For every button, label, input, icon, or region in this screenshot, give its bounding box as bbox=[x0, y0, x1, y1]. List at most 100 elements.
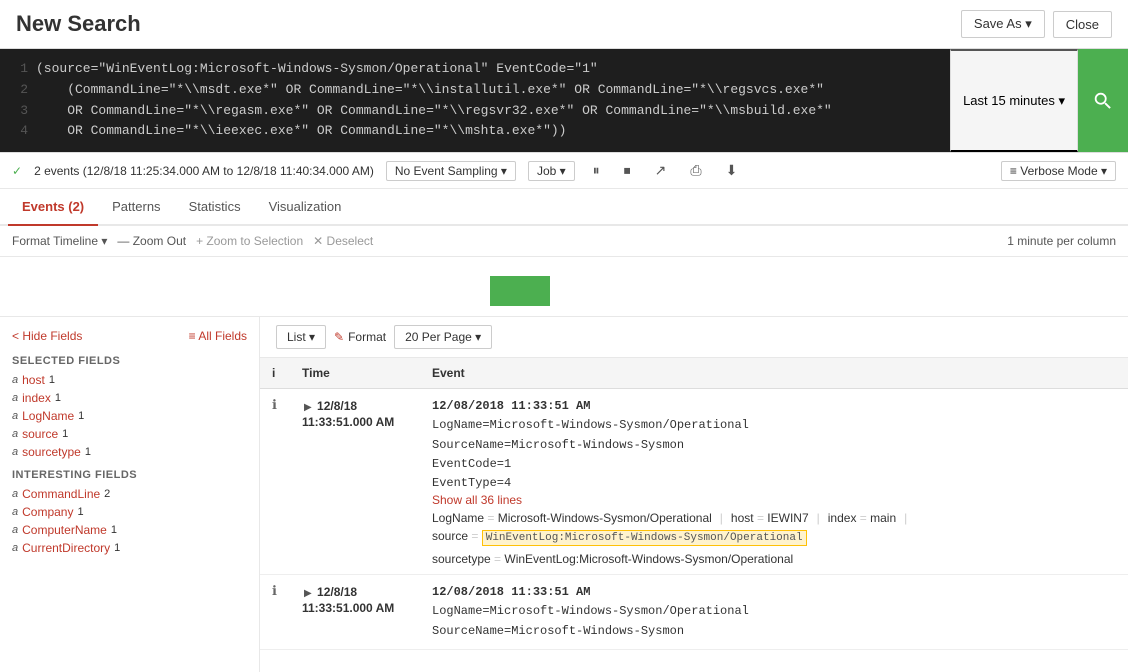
col-header-event: Event bbox=[420, 358, 1128, 389]
sampling-button[interactable]: No Event Sampling ▾ bbox=[386, 161, 516, 181]
event-time-cell: ▶ 12/8/1811:33:51.000 AM bbox=[290, 389, 420, 575]
field-type-icon: a bbox=[12, 428, 18, 440]
interesting-field-company[interactable]: aCompany1 bbox=[0, 503, 259, 521]
format-button[interactable]: ✎ Format bbox=[334, 330, 386, 344]
interesting-field-commandline[interactable]: aCommandLine2 bbox=[0, 485, 259, 503]
deselect-button: ✕ Deselect bbox=[313, 234, 373, 248]
field-type-icon: a bbox=[12, 506, 18, 518]
event-body-cell: 12/08/2018 11:33:51 AMLogName=Microsoft-… bbox=[420, 389, 1128, 575]
selected-field-index[interactable]: aindex1 bbox=[0, 389, 259, 407]
header: New Search Save As ▾ Close bbox=[0, 0, 1128, 49]
format-icon: ✎ bbox=[334, 330, 344, 344]
search-area: 1(source="WinEventLog:Microsoft-Windows-… bbox=[0, 49, 1128, 153]
expand-event-button[interactable]: ▶ bbox=[302, 583, 314, 601]
all-fields-button[interactable]: ≡ All Fields bbox=[189, 329, 247, 343]
job-button[interactable]: Job ▾ bbox=[528, 161, 575, 181]
field-type-icon: a bbox=[12, 524, 18, 536]
info-icon: ℹ bbox=[272, 397, 277, 412]
timeline-bar bbox=[490, 276, 550, 306]
field-name-label: CurrentDirectory bbox=[22, 541, 110, 555]
event-body-text: 12/08/2018 11:33:51 AMLogName=Microsoft-… bbox=[432, 397, 1116, 493]
status-check: ✓ bbox=[12, 164, 22, 178]
line-number: 3 bbox=[12, 101, 28, 122]
field-name-label: index bbox=[22, 391, 51, 405]
field-count-badge: 1 bbox=[49, 374, 55, 386]
per-page-button[interactable]: 20 Per Page ▾ bbox=[394, 325, 492, 349]
field-type-icon: a bbox=[12, 374, 18, 386]
format-timeline-button[interactable]: Format Timeline ▾ bbox=[12, 234, 107, 248]
tab-patterns[interactable]: Patterns bbox=[98, 189, 174, 226]
tab-visualization[interactable]: Visualization bbox=[255, 189, 356, 226]
save-as-button[interactable]: Save As ▾ bbox=[961, 10, 1045, 38]
view-controls: List ▾ ✎ Format 20 Per Page ▾ bbox=[260, 317, 1128, 358]
selected-fields-title: SELECTED FIELDS bbox=[0, 347, 259, 371]
line-number: 2 bbox=[12, 80, 28, 101]
field-name: index bbox=[828, 511, 857, 525]
print-button[interactable]: ⎙ bbox=[684, 159, 707, 182]
event-time-cell: ▶ 12/8/1811:33:51.000 AM bbox=[290, 575, 420, 650]
interesting-field-currentdirectory[interactable]: aCurrentDirectory1 bbox=[0, 539, 259, 557]
header-actions: Save As ▾ Close bbox=[961, 10, 1112, 38]
interesting-field-computername[interactable]: aComputerName1 bbox=[0, 521, 259, 539]
format-label: Format bbox=[348, 330, 386, 344]
field-name: host bbox=[731, 511, 754, 525]
line-number: 4 bbox=[12, 121, 28, 142]
download-button[interactable]: ⬇ bbox=[720, 159, 744, 182]
event-fields-row2: source = WinEventLog:Microsoft-Windows-S… bbox=[432, 529, 1116, 566]
selected-field-source[interactable]: asource 1 bbox=[0, 425, 259, 443]
event-timestamp-full: 12/08/2018 11:33:51 AM bbox=[432, 399, 590, 413]
search-icon bbox=[1092, 90, 1114, 112]
query-editor[interactable]: 1(source="WinEventLog:Microsoft-Windows-… bbox=[0, 49, 950, 152]
query-line-text: OR CommandLine="*\\regasm.exe*" OR Comma… bbox=[36, 101, 832, 122]
main-content: < Hide Fields ≡ All Fields SELECTED FIEL… bbox=[0, 317, 1128, 672]
zoom-out-button[interactable]: — Zoom Out bbox=[117, 234, 186, 248]
field-pair: index = main bbox=[828, 511, 896, 525]
field-count-badge: 1 bbox=[78, 410, 84, 422]
results-panel: List ▾ ✎ Format 20 Per Page ▾ i Time Eve… bbox=[260, 317, 1128, 672]
field-name: source bbox=[432, 529, 468, 543]
event-body-cell: 12/08/2018 11:33:51 AMLogName=Microsoft-… bbox=[420, 575, 1128, 650]
field-name-label: source bbox=[22, 427, 58, 441]
verbose-mode-button[interactable]: ≡ Verbose Mode ▾ bbox=[1001, 161, 1116, 181]
table-row: ℹ ▶ 12/8/1811:33:51.000 AM 12/08/2018 11… bbox=[260, 575, 1128, 650]
query-line-text: OR CommandLine="*\\ieexec.exe*" OR Comma… bbox=[36, 121, 567, 142]
field-type-icon: a bbox=[12, 542, 18, 554]
field-count-badge: 1 bbox=[77, 506, 83, 518]
status-bar: ✓ 2 events (12/8/18 11:25:34.000 AM to 1… bbox=[0, 153, 1128, 189]
field-count-badge: 1 bbox=[111, 524, 117, 536]
field-name-label: LogName bbox=[22, 409, 74, 423]
field-pair: LogName = Microsoft-Windows-Sysmon/Opera… bbox=[432, 511, 712, 525]
field-type-icon: a bbox=[12, 410, 18, 422]
list-view-button[interactable]: List ▾ bbox=[276, 325, 326, 349]
selected-field-sourcetype[interactable]: asourcetype1 bbox=[0, 443, 259, 461]
selected-field-host[interactable]: ahost 1 bbox=[0, 371, 259, 389]
field-name: LogName bbox=[432, 511, 484, 525]
field-value: WinEventLog:Microsoft-Windows-Sysmon/Ope… bbox=[504, 552, 793, 566]
search-button[interactable] bbox=[1078, 49, 1128, 152]
time-picker-button[interactable]: Last 15 minutes ▾ bbox=[950, 49, 1078, 152]
page-title: New Search bbox=[16, 11, 141, 37]
tab-statistics[interactable]: Statistics bbox=[175, 189, 255, 226]
interesting-fields-list: aCommandLine2aCompany1aComputerName1aCur… bbox=[0, 485, 259, 557]
field-count-badge: 2 bbox=[104, 488, 110, 500]
expand-event-button[interactable]: ▶ bbox=[302, 397, 314, 415]
field-type-icon: a bbox=[12, 446, 18, 458]
field-name-label: host bbox=[22, 373, 45, 387]
interesting-fields-title: INTERESTING FIELDS bbox=[0, 461, 259, 485]
stop-button[interactable]: ⏹ bbox=[618, 159, 637, 182]
hide-fields-button[interactable]: < Hide Fields bbox=[12, 329, 82, 343]
send-button[interactable]: ↗ bbox=[649, 159, 673, 182]
show-all-lines-link[interactable]: Show all 36 lines bbox=[432, 493, 522, 507]
event-info-cell: ℹ bbox=[260, 575, 290, 650]
field-count-badge: 1 bbox=[62, 428, 68, 440]
event-info-cell: ℹ bbox=[260, 389, 290, 575]
event-body-text: 12/08/2018 11:33:51 AMLogName=Microsoft-… bbox=[432, 583, 1116, 641]
timeline-chart bbox=[0, 257, 1128, 317]
field-type-icon: a bbox=[12, 488, 18, 500]
selected-field-logname[interactable]: a LogName 1 bbox=[0, 407, 259, 425]
close-button[interactable]: Close bbox=[1053, 11, 1112, 38]
field-value: main bbox=[870, 511, 896, 525]
field-pair: sourcetype = WinEventLog:Microsoft-Windo… bbox=[432, 552, 793, 566]
tab-events----[interactable]: Events (2) bbox=[8, 189, 98, 226]
pause-button[interactable]: ⏸ bbox=[587, 159, 606, 182]
